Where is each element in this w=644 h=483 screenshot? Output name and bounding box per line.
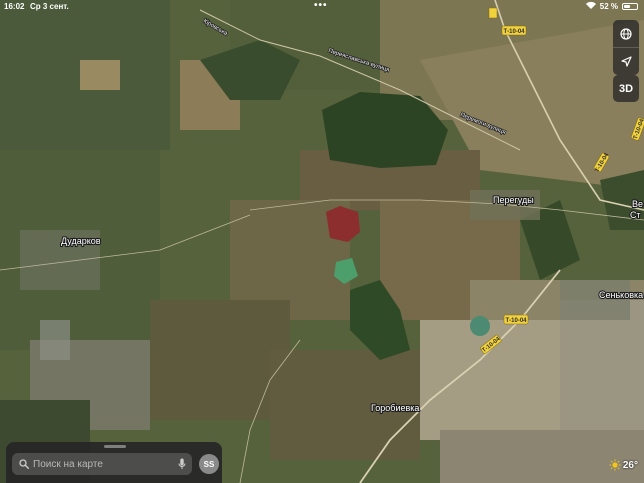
town-label-senkovka[interactable]: Сеньковка [598, 289, 644, 301]
town-label-partial-ve[interactable]: Ве [631, 198, 644, 210]
microphone-icon[interactable] [178, 458, 186, 470]
search-field[interactable] [12, 453, 192, 475]
panel-grabber[interactable] [104, 445, 126, 448]
search-input[interactable] [33, 458, 163, 470]
sun-icon [609, 459, 621, 471]
battery-percent: 52 % [599, 1, 618, 11]
temperature: 26° [622, 459, 638, 471]
search-panel: SS [6, 442, 222, 483]
wifi-icon [585, 1, 596, 11]
town-label-partial-st[interactable]: Ст [629, 209, 642, 221]
route-shield: Т-10-04 [503, 314, 529, 325]
satellite-map[interactable]: Кіровська Переяславська вулиця Перемоги … [0, 0, 644, 483]
battery-icon [622, 2, 638, 10]
battery-fill [624, 4, 631, 8]
view-3d-button[interactable]: 3D [613, 75, 639, 102]
route-shield: Т-10-04 [501, 25, 527, 36]
town-label-horobiivka[interactable]: Горобиевка [370, 402, 421, 414]
svg-text:Т-10-04: Т-10-04 [503, 29, 525, 35]
avatar[interactable]: SS [199, 454, 219, 474]
svg-text:Т-10-04: Т-10-04 [505, 318, 527, 324]
status-time: 16:02 [4, 2, 25, 11]
multitask-dots-icon[interactable]: ••• [314, 0, 328, 11]
view-3d-control: 3D [613, 75, 639, 102]
globe-icon[interactable] [613, 20, 639, 47]
search-icon [19, 459, 29, 469]
town-label-perehudy[interactable]: Перегуды [492, 194, 535, 206]
weather-widget[interactable]: 26° [609, 459, 638, 471]
location-arrow-icon[interactable] [613, 48, 639, 75]
map-controls-group [613, 20, 639, 75]
status-bar: 16:02 Ср 3 сент. ••• 52 % [0, 0, 644, 14]
status-date: Ср 3 сент. [30, 2, 69, 11]
town-label-dudarkov[interactable]: Дударков [60, 235, 102, 247]
